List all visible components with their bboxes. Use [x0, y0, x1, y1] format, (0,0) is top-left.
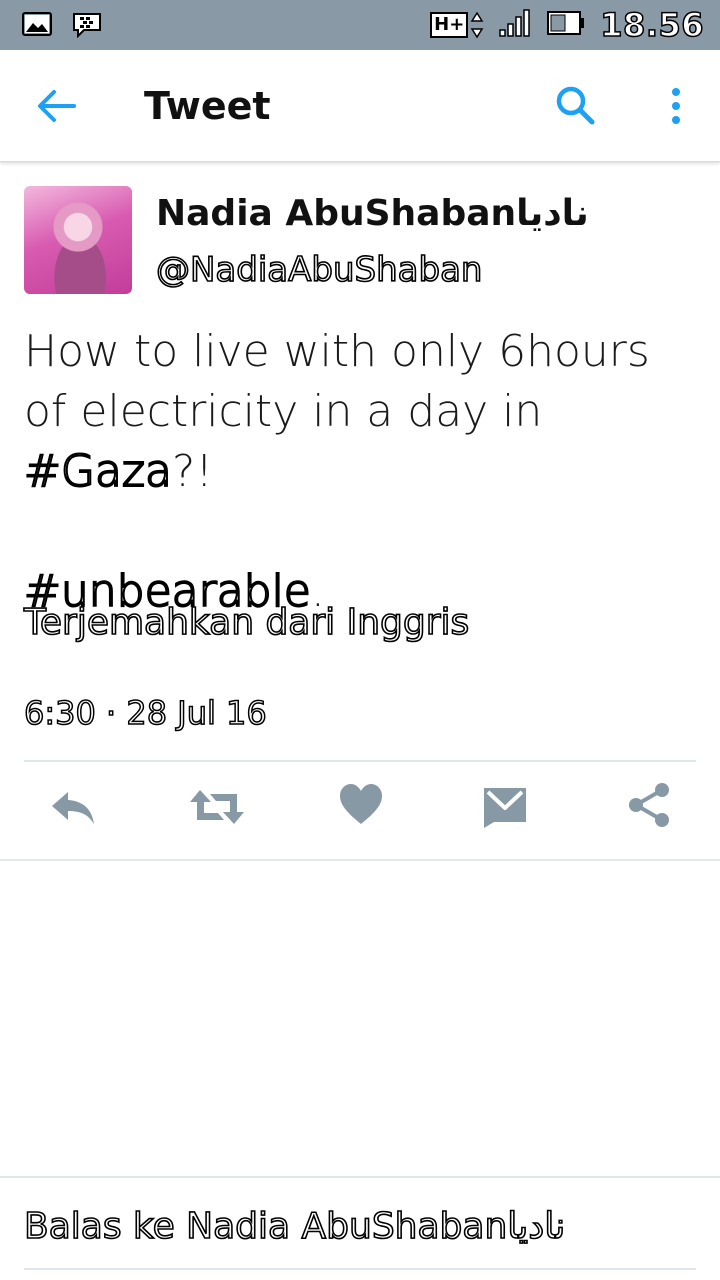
author-handle[interactable]: @NadiaAbuShaban — [155, 249, 483, 291]
tweet-text-part: How to live with only 6hours of electric… — [24, 326, 650, 437]
status-time: 18.56 — [600, 5, 705, 45]
translate-link[interactable]: Terjemahkan dari Inggris — [23, 601, 470, 644]
battery-icon — [546, 10, 586, 41]
signal-icon — [498, 8, 532, 43]
tweet-text-part: ?! — [171, 446, 213, 497]
reply-input[interactable]: Balas ke Nadia AbuShabanناديا — [23, 1205, 566, 1248]
tweet-actions — [0, 782, 720, 838]
divider — [24, 1268, 696, 1270]
network-type-label: H+ — [430, 12, 469, 38]
status-bar: H+ 18.56 — [0, 0, 720, 50]
divider — [0, 1176, 720, 1178]
retweet-icon[interactable] — [188, 782, 246, 834]
divider — [0, 859, 720, 861]
back-arrow-icon[interactable] — [34, 86, 78, 126]
app-bar: Tweet — [0, 50, 720, 162]
direct-message-icon[interactable] — [482, 782, 534, 834]
reply-icon[interactable] — [48, 782, 100, 834]
bbm-icon — [72, 12, 102, 43]
gallery-icon — [22, 12, 52, 43]
page-title: Tweet — [144, 84, 271, 128]
tweet-text: How to live with only 6hours of electric… — [23, 322, 704, 622]
like-heart-icon[interactable] — [338, 782, 390, 834]
tweet-timestamp: 6:30 · 28 Jul 16 — [23, 693, 267, 733]
hashtag-link[interactable]: #Gaza — [23, 445, 173, 498]
search-icon[interactable] — [554, 84, 596, 126]
more-options-icon[interactable] — [664, 86, 688, 128]
share-icon[interactable] — [626, 782, 678, 834]
network-type-icon: H+ — [430, 11, 484, 39]
divider — [24, 760, 696, 762]
avatar[interactable] — [24, 186, 132, 294]
author-name[interactable]: Nadia AbuShabanناديا — [156, 193, 589, 234]
